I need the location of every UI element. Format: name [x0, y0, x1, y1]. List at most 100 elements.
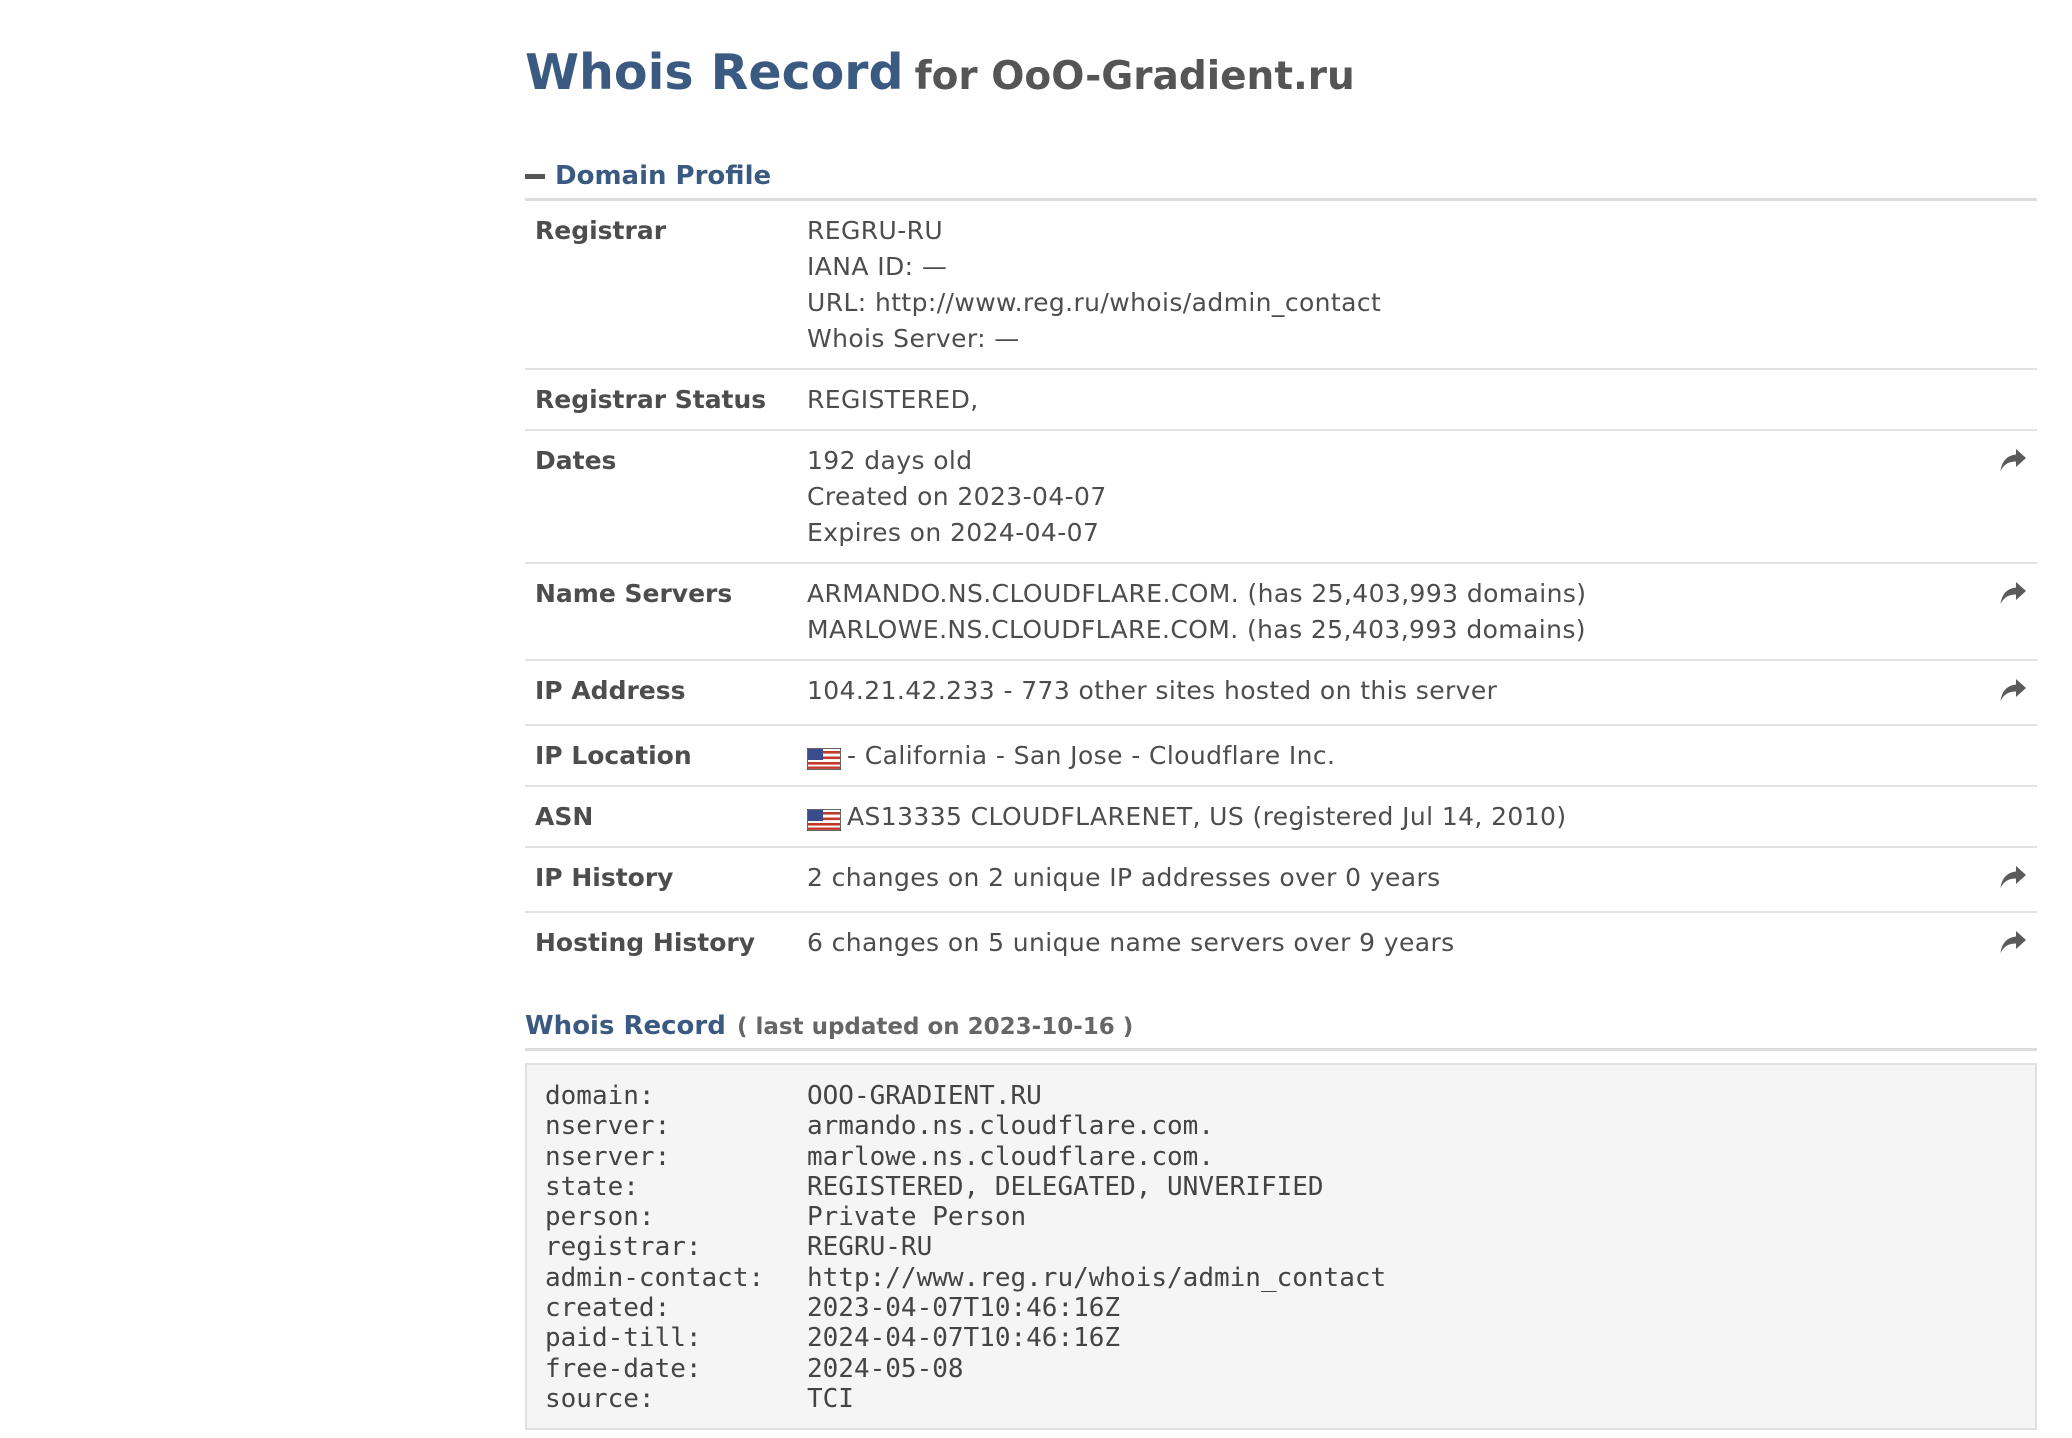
profile-label-asn: ASN	[525, 786, 797, 848]
profile-value-ip-history: 2 changes on 2 unique IP addresses over …	[797, 847, 1977, 913]
profile-label-ip-address: IP Address	[525, 660, 797, 726]
profile-value-registrar: REGRU-RU IANA ID: — URL: http://www.reg.ru…	[797, 201, 1977, 370]
profile-value-ip-address: 104.21.42.233 - 773 other sites hosted o…	[797, 660, 1977, 726]
page-title-main: Whois Record	[525, 44, 904, 101]
profile-row-ip-address: IP Address 104.21.42.233 - 773 other site…	[525, 660, 2037, 726]
profile-value-line: REGISTERED,	[807, 382, 1967, 418]
profile-value-line: 192 days old	[807, 443, 1967, 479]
profile-value-line: - California - San Jose - Cloudflare Inc…	[806, 738, 1967, 774]
profile-label-registrar-status: Registrar Status	[525, 369, 797, 431]
us-flag-icon	[806, 805, 842, 832]
domain-profile-header[interactable]: Domain Profile	[525, 156, 2037, 201]
us-flag-icon	[806, 744, 842, 771]
raw-whois-line: nserver: armando.ns.cloudflare.com.	[545, 1111, 2017, 1141]
raw-whois-value: 2023-04-07T10:46:16Z	[807, 1293, 1121, 1324]
raw-whois-value: 2024-04-07T10:46:16Z	[807, 1323, 1121, 1354]
raw-whois-key: admin-contact:	[545, 1262, 765, 1293]
profile-value-text: URL: http://www.reg.ru/whois/admin_conta…	[807, 288, 1382, 317]
raw-whois-value: REGRU-RU	[807, 1232, 933, 1263]
profile-value-asn: AS13335 CLOUDFLARENET, US (registered Ju…	[797, 786, 1977, 848]
profile-label-name-servers: Name Servers	[525, 563, 797, 661]
profile-value-text: ARMANDO.NS.CLOUDFLARE.COM. (has 25,403,9…	[807, 579, 1587, 608]
profile-value-text: IANA ID: —	[807, 252, 948, 281]
whois-page: Whois Record for OoO-Gradient.ru Domain …	[525, 38, 2037, 1431]
raw-whois-value: http://www.reg.ru/whois/admin_contact	[807, 1262, 1387, 1293]
raw-whois-line: free-date: 2024-05-08	[545, 1354, 2017, 1384]
profile-value-registrar-status: REGISTERED,	[797, 369, 1977, 431]
profile-action-registrar-status	[1977, 369, 2037, 431]
profile-row-registrar: Registrar REGRU-RU IANA ID: — URL: http://w…	[525, 201, 2037, 370]
raw-whois-line: domain: OOO-GRADIENT.RU	[545, 1081, 2017, 1111]
profile-row-name-servers: Name Servers ARMANDO.NS.CLOUDFLARE.COM. (…	[525, 563, 2037, 661]
page-title: Whois Record for OoO-Gradient.ru	[525, 38, 2037, 108]
raw-whois-key: registrar:	[545, 1232, 702, 1263]
profile-value-text: 6 changes on 5 unique name servers over …	[807, 928, 1455, 957]
share-arrow-icon[interactable]	[1999, 929, 2027, 955]
raw-whois-line: nserver: marlowe.ns.cloudflare.com.	[545, 1142, 2017, 1172]
raw-whois-line: created: 2023-04-07T10:46:16Z	[545, 1293, 2017, 1323]
share-arrow-icon[interactable]	[1999, 677, 2027, 703]
profile-value-ip-location: - California - San Jose - Cloudflare Inc…	[797, 725, 1977, 787]
profile-value-line: 104.21.42.233 - 773 other sites hosted o…	[807, 673, 1967, 709]
share-arrow-icon[interactable]	[1999, 447, 2027, 473]
profile-value-line: 2 changes on 2 unique IP addresses over …	[807, 860, 1967, 896]
raw-whois-line: admin-contact: http://www.reg.ru/whois/ad…	[545, 1263, 2017, 1293]
profile-value-line: Created on 2023-04-07	[807, 479, 1967, 515]
profile-value-text: 2 changes on 2 unique IP addresses over …	[807, 863, 1441, 892]
raw-whois-text: domain: OOO-GRADIENT.RU nserver: armando.ns…	[525, 1063, 2037, 1431]
raw-whois-value: Private Person	[807, 1202, 1027, 1233]
raw-whois-key: person:	[545, 1202, 655, 1233]
share-arrow-icon[interactable]	[1999, 864, 2027, 890]
profile-action-ip-history[interactable]	[1977, 847, 2037, 913]
profile-value-text: AS13335 CLOUDFLARENET, US (registered Ju…	[847, 802, 1567, 831]
raw-whois-value: REGISTERED, DELEGATED, UNVERIFIED	[807, 1171, 1324, 1202]
profile-action-dates[interactable]	[1977, 430, 2037, 564]
profile-value-line: AS13335 CLOUDFLARENET, US (registered Ju…	[806, 799, 1967, 835]
profile-value-line: ARMANDO.NS.CLOUDFLARE.COM. (has 25,403,9…	[807, 576, 1967, 612]
page-title-domain: for OoO-Gradient.ru	[914, 54, 1355, 99]
share-arrow-icon[interactable]	[1999, 580, 2027, 606]
profile-row-registrar-status: Registrar Status REGISTERED,	[525, 369, 2037, 431]
profile-value-name-servers: ARMANDO.NS.CLOUDFLARE.COM. (has 25,403,9…	[797, 563, 1977, 661]
minus-icon[interactable]	[525, 174, 545, 179]
profile-action-hosting-history[interactable]	[1977, 912, 2037, 976]
raw-whois-line: paid-till: 2024-04-07T10:46:16Z	[545, 1323, 2017, 1353]
profile-row-dates: Dates 192 days old Created on 2023-04-07 Ex…	[525, 430, 2037, 564]
profile-value-text: 192 days old	[807, 446, 973, 475]
profile-value-text: Whois Server: —	[807, 324, 1020, 353]
profile-action-ip-location	[1977, 725, 2037, 787]
profile-label-ip-history: IP History	[525, 847, 797, 913]
profile-value-text: Expires on 2024-04-07	[807, 518, 1100, 547]
profile-label-ip-location: IP Location	[525, 725, 797, 787]
raw-whois-line: state: REGISTERED, DELEGATED, UNVERIFIED	[545, 1172, 2017, 1202]
profile-label-dates: Dates	[525, 430, 797, 564]
raw-whois-value: OOO-GRADIENT.RU	[807, 1081, 1042, 1111]
profile-action-ip-address[interactable]	[1977, 660, 2037, 726]
raw-whois-key: free-date:	[545, 1353, 702, 1384]
profile-value-text: REGISTERED,	[807, 385, 979, 414]
profile-row-asn: ASN AS13335 CLOUDFLARENET, US (registered…	[525, 786, 2037, 848]
profile-value-line: MARLOWE.NS.CLOUDFLARE.COM. (has 25,403,9…	[807, 612, 1967, 648]
profile-value-line: 6 changes on 5 unique name servers over …	[807, 925, 1967, 961]
profile-value-line: IANA ID: —	[807, 249, 1967, 285]
whois-record-title: Whois Record	[525, 1011, 726, 1041]
domain-profile-title[interactable]: Domain Profile	[555, 161, 771, 191]
profile-value-text: - California - San Jose - Cloudflare Inc…	[847, 741, 1336, 770]
profile-label-hosting-history: Hosting History	[535, 928, 756, 957]
domain-profile-table: Registrar REGRU-RU IANA ID: — URL: http://w…	[525, 201, 2037, 976]
profile-label-registrar: Registrar	[525, 201, 797, 370]
raw-whois-value: TCI	[807, 1383, 854, 1414]
whois-record-header: Whois Record ( last updated on 2023-10-1…	[525, 1006, 2037, 1051]
profile-value-dates: 192 days old Created on 2023-04-07 Expires…	[797, 430, 1977, 564]
raw-whois-key: nserver:	[545, 1141, 671, 1172]
profile-action-name-servers[interactable]	[1977, 563, 2037, 661]
raw-whois-line: person: Private Person	[545, 1202, 2017, 1232]
profile-row-hosting-history: Hosting History 6 changes on 5 unique nam…	[525, 912, 2037, 976]
profile-value-hosting-history: 6 changes on 5 unique name servers over …	[797, 912, 1977, 976]
profile-value-line: REGRU-RU	[807, 213, 1967, 249]
profile-value-text: REGRU-RU	[807, 216, 944, 245]
profile-value-text: MARLOWE.NS.CLOUDFLARE.COM. (has 25,403,9…	[807, 615, 1586, 644]
profile-value-line: Whois Server: —	[807, 321, 1967, 357]
raw-whois-key: state:	[545, 1171, 639, 1202]
raw-whois-key: domain:	[545, 1081, 655, 1111]
